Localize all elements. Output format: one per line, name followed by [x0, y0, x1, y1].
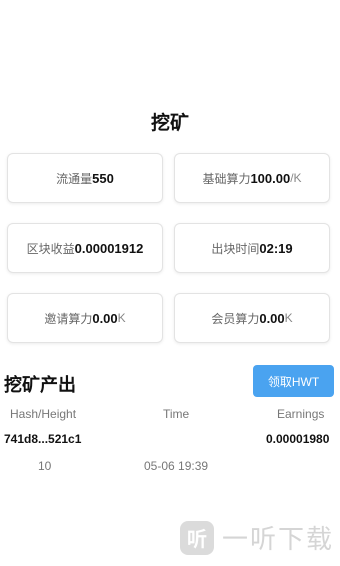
stat-card-block-time: 出块时间 02:19	[174, 223, 330, 273]
stat-card-block-reward: 区块收益 0.00001912	[7, 223, 163, 273]
stat-card-circulation: 流通量 550	[7, 153, 163, 203]
watermark-text: 一听下载	[222, 524, 335, 554]
stat-value: 02:19	[259, 240, 293, 256]
watermark: 听 一听下载	[180, 519, 334, 556]
row-height: 10	[38, 459, 52, 473]
column-header-time: Time	[163, 407, 190, 421]
row-hash: 741d8...521c1	[4, 432, 82, 446]
page-title: 挖矿	[150, 113, 189, 134]
stat-unit: K	[117, 311, 126, 325]
stat-card-member-hashrate: 会员算力 0.00 K	[174, 293, 330, 343]
stat-label: 邀请算力	[44, 311, 93, 326]
column-header-earnings: Earnings	[277, 407, 325, 421]
stat-value: 0.00	[92, 310, 118, 326]
row-earnings: 0.00001980	[266, 432, 330, 446]
stat-label: 出块时间	[211, 241, 260, 256]
stat-value: 550	[92, 170, 114, 186]
stat-label: 流通量	[56, 171, 93, 186]
watermark-logo-icon: 听	[180, 520, 214, 555]
stat-unit: /K	[290, 171, 302, 185]
stat-label: 区块收益	[26, 241, 75, 256]
stat-value: 0.00	[259, 310, 285, 326]
stat-unit: K	[284, 311, 293, 325]
stat-label: 基础算力	[202, 171, 251, 186]
stat-card-invite-hashrate: 邀请算力 0.00 K	[7, 293, 163, 343]
stat-card-base-hashrate: 基础算力 100.00/K	[174, 153, 330, 203]
stat-label: 会员算力	[211, 311, 260, 326]
column-header-hash-height: Hash/Height	[10, 407, 77, 421]
section-title-mining-output: 挖矿产出	[4, 375, 76, 395]
stat-value: 100.00	[250, 170, 291, 186]
row-time: 05-06 19:39	[144, 459, 209, 473]
claim-hwt-button[interactable]: 领取HWT	[253, 365, 334, 397]
stat-value: 0.00001912	[74, 240, 144, 256]
